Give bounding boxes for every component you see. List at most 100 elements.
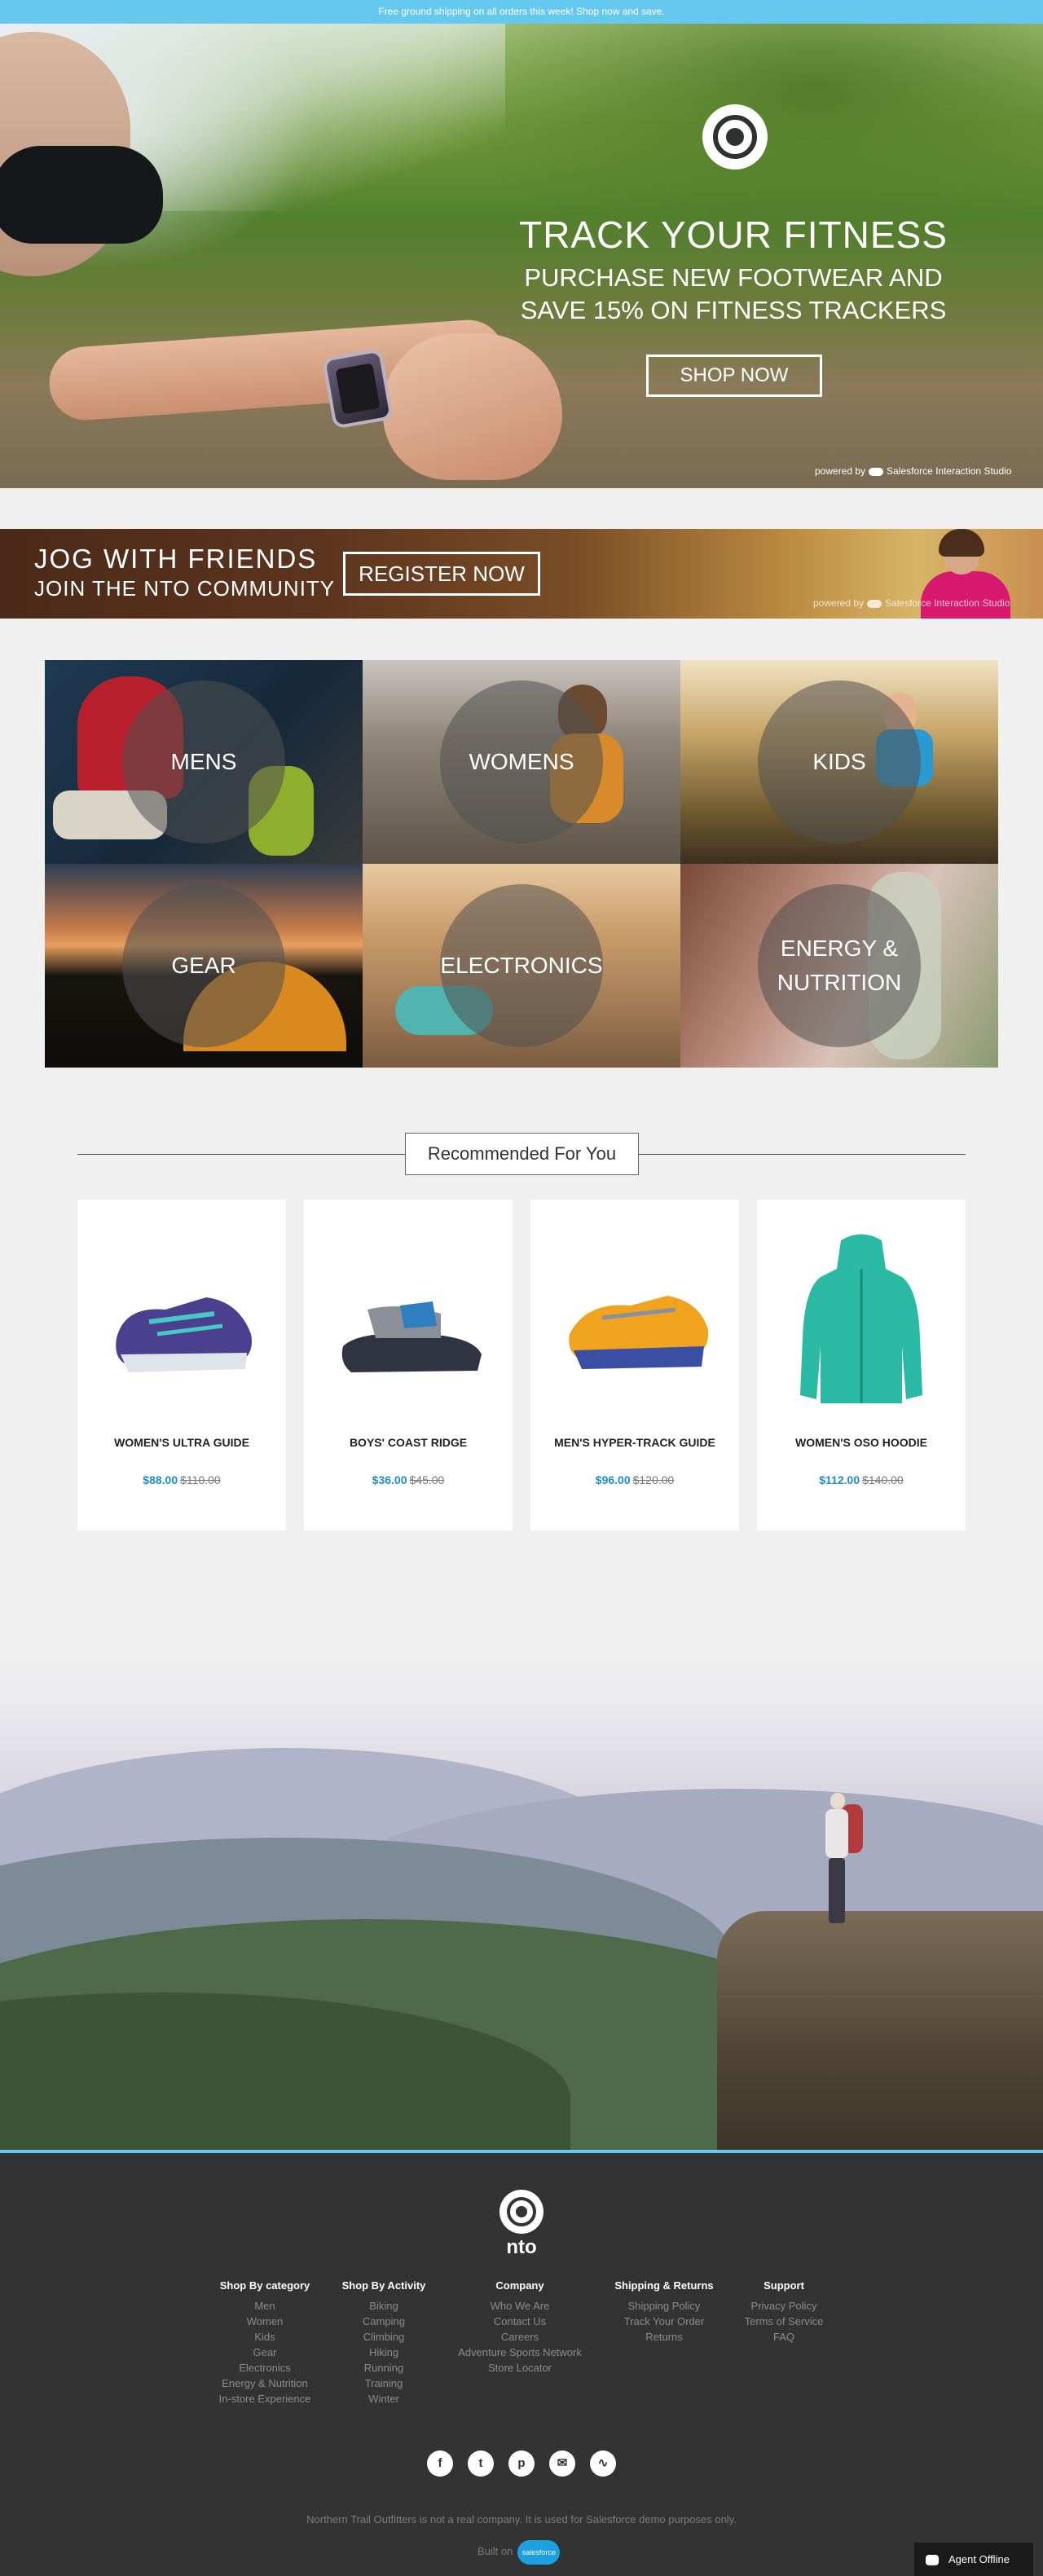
product-old-price: $45.00	[409, 1473, 445, 1486]
category-tile-kids[interactable]: KIDS	[680, 660, 998, 864]
built-on-salesforce[interactable]: Built on salesforce	[477, 2539, 561, 2565]
footer-link[interactable]: Returns	[607, 2329, 721, 2345]
hero-title: TRACK YOUR FITNESS	[519, 214, 948, 256]
nto-logo-icon	[702, 104, 768, 170]
salesforce-cloud-icon	[869, 467, 884, 476]
category-label-womens: WOMENS	[469, 749, 574, 774]
footer-link[interactable]: Contact Us	[447, 2314, 593, 2329]
footer-link[interactable]: In-store Experience	[204, 2391, 326, 2406]
product-price: $96.00	[595, 1473, 631, 1486]
product-price: $112.00	[819, 1473, 860, 1486]
footer-link[interactable]: Women	[204, 2314, 326, 2329]
product-name[interactable]: BOYS' COAST RIDGE	[304, 1436, 513, 1449]
agent-status-label: Agent Offline	[948, 2553, 1010, 2565]
nto-footer-logo-icon[interactable]	[499, 2190, 544, 2234]
product-card[interactable]: MEN'S HYPER-TRACK GUIDE $96.00 $120.00	[530, 1200, 739, 1530]
footer-link[interactable]: Track Your Order	[607, 2314, 721, 2329]
footer-link[interactable]: Hiking	[335, 2345, 433, 2360]
footer-link[interactable]: Careers	[447, 2329, 593, 2345]
hero-subtitle: PURCHASE NEW FOOTWEAR AND SAVE 15% ON FI…	[456, 262, 1010, 327]
footer-link[interactable]: Privacy Policy	[735, 2298, 833, 2314]
hero-powered-by: powered by Salesforce Interaction Studio	[815, 465, 1011, 477]
shop-now-button[interactable]: SHOP NOW	[646, 354, 822, 397]
activity-icon[interactable]: ∿	[590, 2451, 616, 2477]
footer-link[interactable]: Men	[204, 2298, 326, 2314]
footer-column-heading: Company	[495, 2279, 544, 2292]
product-name[interactable]: WOMEN'S ULTRA GUIDE	[77, 1436, 286, 1449]
footer-link[interactable]: Adventure Sports Network	[447, 2345, 593, 2360]
footer-column-shipping-returns: Shipping & Returns Shipping Policy Track…	[607, 2279, 721, 2345]
product-price-row: $112.00 $140.00	[757, 1473, 966, 1486]
powered-by-brand: Salesforce Interaction Studio	[887, 465, 1012, 477]
facebook-icon[interactable]: f	[427, 2451, 453, 2477]
footer-column-heading: Shipping & Returns	[614, 2279, 714, 2292]
announcement-bar[interactable]: Free ground shipping on all orders this …	[0, 0, 1043, 24]
salesforce-logo-icon: salesforce	[517, 2539, 561, 2565]
footer-link[interactable]: Shipping Policy	[607, 2298, 721, 2314]
footer-link[interactable]: Electronics	[204, 2360, 326, 2376]
pinterest-icon[interactable]: p	[508, 2451, 535, 2477]
product-price: $36.00	[372, 1473, 407, 1486]
footer-link[interactable]: Who We Are	[447, 2298, 593, 2314]
category-tile-energy-nutrition[interactable]: ENERGY & NUTRITION	[680, 864, 998, 1068]
powered-by-label: powered by	[813, 597, 865, 609]
hero-sunglasses	[0, 146, 163, 244]
product-old-price: $110.00	[180, 1473, 221, 1486]
page: Free ground shipping on all orders this …	[0, 0, 1043, 2576]
product-old-price: $120.00	[632, 1473, 675, 1486]
powered-by-brand: Salesforce Interaction Studio	[885, 597, 1010, 609]
category-label-nutrition: NUTRITION	[777, 970, 902, 995]
built-on-label: Built on	[477, 2545, 513, 2557]
salesforce-cloud-icon	[867, 599, 882, 608]
footer-link[interactable]: Training	[335, 2376, 433, 2391]
product-price-row: $88.00 $110.00	[77, 1473, 286, 1486]
footer-link[interactable]: Terms of Service	[735, 2314, 833, 2329]
category-tile-womens[interactable]: WOMENS	[363, 660, 680, 864]
category-tile-electronics[interactable]: ELECTRONICS	[363, 864, 680, 1068]
footer-disclaimer: Northern Trail Outfitters is not a real …	[306, 2513, 737, 2525]
footer-link[interactable]: Running	[335, 2360, 433, 2376]
footer-column-shop-by-category: Shop By category Men Women Kids Gear Ele…	[204, 2279, 326, 2406]
category-label-mens: MENS	[170, 749, 237, 774]
footer-column-company: Company Who We Are Contact Us Careers Ad…	[447, 2279, 593, 2376]
jog-subtitle: JOIN THE NTO COMMUNITY	[34, 576, 336, 601]
footer-link[interactable]: Winter	[335, 2391, 433, 2406]
twitter-icon[interactable]: t	[468, 2451, 494, 2477]
footer-link[interactable]: Climbing	[335, 2329, 433, 2345]
hero-banner: TRACK YOUR FITNESS PURCHASE NEW FOOTWEAR…	[0, 24, 1043, 488]
email-icon[interactable]: ✉	[549, 2451, 575, 2477]
product-image-ultra-guide	[116, 1297, 252, 1372]
category-label-energy: ENERGY &	[780, 936, 899, 961]
product-image-oso-hoodie	[800, 1234, 922, 1403]
product-card[interactable]: BOYS' COAST RIDGE $36.00 $45.00	[304, 1200, 513, 1530]
category-tile-gear[interactable]: GEAR	[45, 864, 363, 1068]
hero-hand	[383, 333, 562, 480]
footer-link[interactable]: Gear	[204, 2345, 326, 2360]
category-label-kids: KIDS	[812, 749, 866, 774]
footer-link[interactable]: Biking	[335, 2298, 433, 2314]
footer-link[interactable]: Kids	[204, 2329, 326, 2345]
footer-link[interactable]: Energy & Nutrition	[204, 2376, 326, 2391]
mountain-hiker-image	[0, 1650, 1043, 2150]
product-image-hyper-track-guide	[569, 1296, 709, 1369]
product-old-price: $140.00	[862, 1473, 904, 1486]
fitness-tracker-image	[321, 348, 394, 429]
jog-banner[interactable]: JOG WITH FRIENDS JOIN THE NTO COMMUNITY …	[0, 529, 1043, 619]
agent-chat-button[interactable]: Agent Offline	[914, 2543, 1033, 2576]
product-name[interactable]: WOMEN'S OSO HOODIE	[757, 1436, 966, 1449]
chat-bubble-icon	[926, 2555, 939, 2566]
product-card[interactable]: WOMEN'S OSO HOODIE $112.00 $140.00	[757, 1200, 966, 1530]
recommended-title: Recommended For You	[405, 1133, 639, 1175]
category-tile-mens[interactable]: MENS	[45, 660, 363, 864]
footer-link[interactable]: Camping	[335, 2314, 433, 2329]
product-card[interactable]: WOMEN'S ULTRA GUIDE $88.00 $110.00	[77, 1200, 286, 1530]
product-name[interactable]: MEN'S HYPER-TRACK GUIDE	[530, 1436, 739, 1449]
category-label-electronics: ELECTRONICS	[440, 953, 603, 978]
footer-link[interactable]: Store Locator	[447, 2360, 593, 2376]
footer-link[interactable]: FAQ	[735, 2329, 833, 2345]
register-now-button[interactable]: REGISTER NOW	[343, 552, 540, 596]
footer-column-support: Support Privacy Policy Terms of Service …	[735, 2279, 833, 2345]
jog-powered-by: powered by Salesforce Interaction Studio	[813, 597, 1010, 609]
footer-brand[interactable]: nto	[481, 2236, 562, 2259]
footer-column-heading: Shop By category	[219, 2279, 310, 2292]
